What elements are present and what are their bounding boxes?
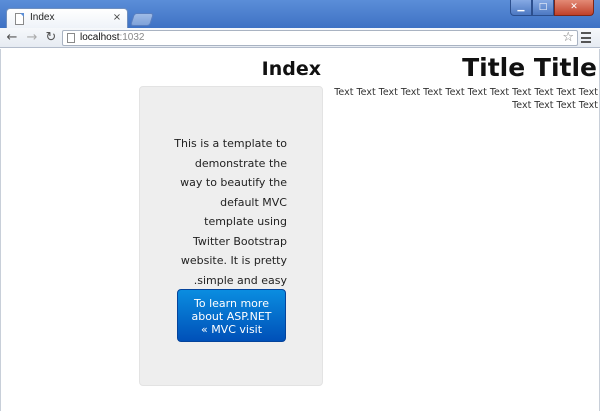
- page-icon: [67, 33, 75, 43]
- tab-close-icon[interactable]: ×: [111, 11, 123, 25]
- url-port: :1032: [119, 32, 145, 43]
- browser-titlebar: Index × ▁ □ ✕: [0, 0, 600, 29]
- reload-icon[interactable]: ↻: [43, 30, 59, 46]
- url-host: localhost: [80, 32, 120, 43]
- forward-arrow-icon[interactable]: →: [24, 30, 40, 46]
- back-arrow-icon[interactable]: ←: [4, 30, 20, 46]
- window-controls: ▁ □ ✕: [510, 0, 594, 16]
- browser-tab-index[interactable]: Index ×: [6, 8, 128, 29]
- menu-bar-1: [581, 32, 591, 34]
- menu-bar-2: [581, 36, 591, 39]
- page-favicon-icon: [15, 13, 24, 25]
- new-tab-button[interactable]: [129, 13, 155, 26]
- well-description: This is a template to demonstrate the wa…: [174, 137, 287, 287]
- close-window-button[interactable]: ✕: [554, 0, 594, 16]
- address-bar[interactable]: localhost:1032 ☆: [62, 30, 578, 46]
- bookmark-star-icon[interactable]: ☆: [562, 30, 574, 45]
- menu-bar-3: [581, 41, 591, 43]
- browser-menu-icon[interactable]: [581, 32, 591, 43]
- index-heading: Index: [261, 58, 321, 80]
- maximize-button[interactable]: □: [532, 0, 554, 16]
- learn-more-button[interactable]: To learn more about ASP.NET MVC visit »: [177, 289, 286, 342]
- title-body-text: Text Text Text Text Text Text Text Text …: [334, 87, 598, 111]
- browser-toolbar: ← → ↻ localhost:1032 ☆: [0, 28, 600, 48]
- page-viewport: Index This is a template to demonstrate …: [0, 49, 600, 411]
- title-heading: Title Title: [462, 53, 597, 82]
- minimize-button[interactable]: ▁: [510, 0, 532, 16]
- url-text[interactable]: localhost:1032: [80, 32, 145, 43]
- tab-title: Index: [30, 12, 55, 23]
- hero-well: This is a template to demonstrate the wa…: [139, 86, 323, 386]
